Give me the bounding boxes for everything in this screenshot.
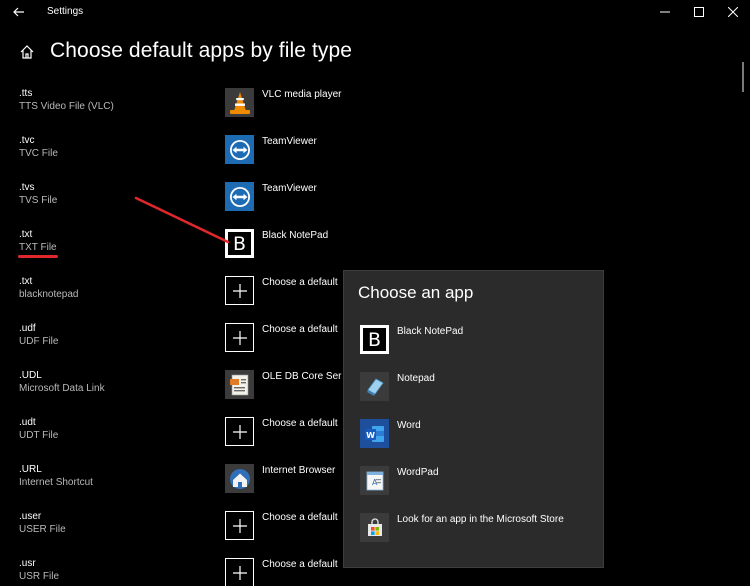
- annotation-arrow: [134, 196, 230, 244]
- file-extension: .udt: [19, 417, 36, 428]
- vlc-icon: [225, 88, 254, 117]
- file-description: TTS Video File (VLC): [19, 101, 114, 112]
- flyout-title: Choose an app: [358, 283, 474, 302]
- plus-icon: [225, 276, 254, 305]
- app-name: Choose a default: [262, 324, 338, 335]
- choose-app-flyout: Choose an app B Black NotePad Notepad W …: [343, 270, 604, 568]
- plus-icon: [225, 323, 254, 352]
- app-name: Black NotePad: [262, 230, 329, 241]
- default-app-button[interactable]: B Black NotePad: [225, 229, 425, 259]
- flyout-item-microsoft-store[interactable]: Look for an app in the Microsoft Store: [360, 513, 595, 543]
- black-notepad-icon: B: [360, 325, 389, 354]
- list-item: .txt TXT File B Black NotePad: [0, 229, 750, 276]
- file-description: TVC File: [19, 148, 58, 159]
- app-name: Choose a default: [262, 277, 338, 288]
- file-extension: .user: [19, 511, 42, 522]
- file-description: UDT File: [19, 430, 59, 441]
- file-description: blacknotepad: [19, 289, 79, 300]
- flyout-item-label: Black NotePad: [397, 326, 464, 337]
- flyout-item-label: Notepad: [397, 373, 435, 384]
- file-extension: .txt: [19, 229, 33, 240]
- flyout-item-label: Look for an app in the Microsoft Store: [397, 514, 564, 525]
- file-description: Microsoft Data Link: [19, 383, 105, 394]
- list-item: .tvs TVS File TeamViewer: [0, 182, 750, 229]
- app-name: TeamViewer: [262, 136, 317, 147]
- default-app-button[interactable]: TeamViewer: [225, 182, 425, 212]
- app-name: Choose a default: [262, 559, 338, 570]
- app-name: Choose a default: [262, 418, 338, 429]
- flyout-item-label: Word: [397, 420, 421, 431]
- app-name: VLC media player: [262, 89, 342, 100]
- app-name: TeamViewer: [262, 183, 317, 194]
- flyout-item-label: WordPad: [397, 467, 439, 478]
- app-name: Choose a default: [262, 512, 338, 523]
- flyout-item-notepad[interactable]: Notepad: [360, 372, 595, 402]
- plus-icon: [225, 417, 254, 446]
- flyout-item-black-notepad[interactable]: B Black NotePad: [360, 325, 595, 355]
- file-extension: .txt: [19, 276, 33, 287]
- flyout-item-word[interactable]: W Word: [360, 419, 595, 449]
- file-description: USER File: [19, 524, 66, 535]
- plus-icon: [225, 511, 254, 540]
- wordpad-icon: A: [360, 466, 389, 495]
- app-name: Internet Browser: [262, 465, 336, 476]
- file-description: Internet Shortcut: [19, 477, 93, 488]
- svg-text:W: W: [366, 430, 375, 439]
- file-description: USR File: [19, 571, 60, 582]
- flyout-item-wordpad[interactable]: A WordPad: [360, 466, 595, 496]
- ole-db-icon: [225, 370, 254, 399]
- file-description: TVS File: [19, 195, 58, 206]
- app-name: OLE DB Core Ser: [262, 371, 342, 382]
- file-extension: .tts: [19, 88, 33, 99]
- word-icon: W: [360, 419, 389, 448]
- file-extension: .tvs: [19, 182, 35, 193]
- teamviewer-icon: [225, 135, 254, 164]
- list-item: .tvc TVC File TeamViewer: [0, 135, 750, 182]
- file-extension: .usr: [19, 558, 36, 569]
- file-description: UDF File: [19, 336, 59, 347]
- annotation-underline: [18, 255, 58, 258]
- file-extension: .URL: [19, 464, 42, 475]
- default-app-button[interactable]: VLC media player: [225, 88, 425, 118]
- file-description: TXT File: [19, 242, 57, 253]
- default-app-button[interactable]: TeamViewer: [225, 135, 425, 165]
- file-extension: .udf: [19, 323, 36, 334]
- notepad-icon: [360, 372, 389, 401]
- microsoft-store-icon: [360, 513, 389, 542]
- file-extension: .UDL: [19, 370, 42, 381]
- file-extension: .tvc: [19, 135, 35, 146]
- internet-browser-icon: [225, 464, 254, 493]
- list-item: .tts TTS Video File (VLC) VLC media play…: [0, 88, 750, 135]
- plus-icon: [225, 558, 254, 586]
